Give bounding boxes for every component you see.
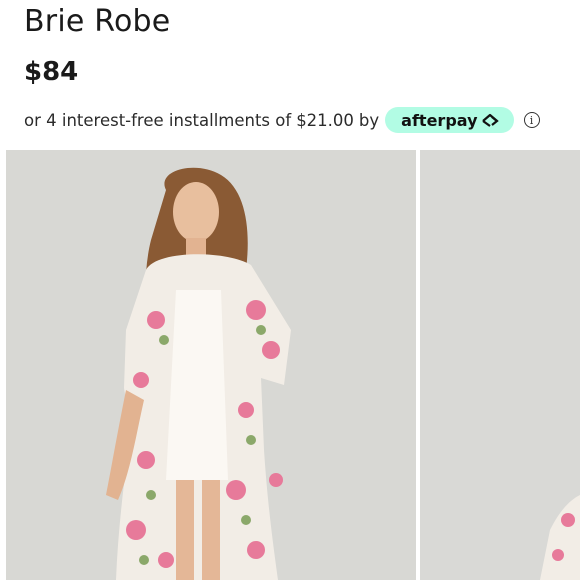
info-icon[interactable]: i <box>523 112 540 128</box>
installments-by: by <box>358 110 380 130</box>
installments-line: or 4 interest-free installments of $21.0… <box>24 106 540 134</box>
product-title: Brie Robe <box>24 4 171 39</box>
product-gallery <box>0 150 580 580</box>
model-front-photo[interactable] <box>6 150 416 580</box>
afterpay-arrows-icon <box>480 113 500 127</box>
model-partial-photo[interactable] <box>420 150 580 580</box>
afterpay-badge[interactable]: afterpay <box>385 107 514 133</box>
product-page: Brie Robe $84 or 4 interest-free install… <box>0 0 580 580</box>
afterpay-label: afterpay <box>401 110 478 130</box>
installment-amount: $21.00 <box>296 110 354 130</box>
installments-prefix: or 4 interest-free installments of <box>24 110 292 130</box>
product-price: $84 <box>24 57 79 87</box>
